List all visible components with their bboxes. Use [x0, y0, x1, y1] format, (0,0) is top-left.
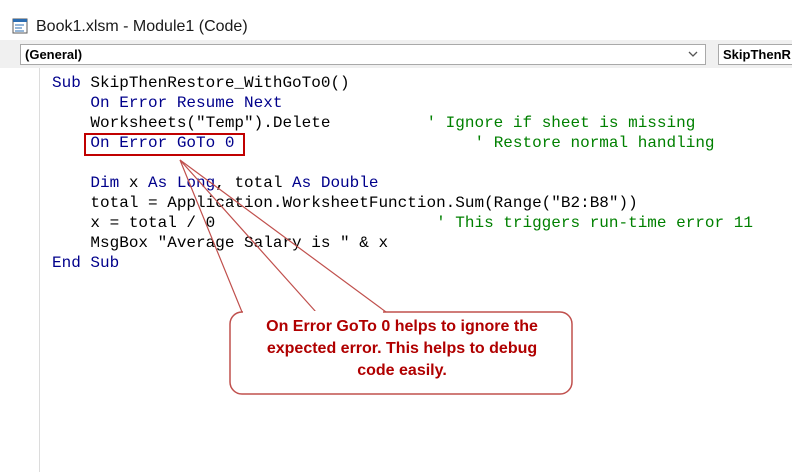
- procedure-combobox-value: SkipThenR: [723, 47, 791, 62]
- window-title: Book1.xlsm - Module1 (Code): [36, 18, 248, 36]
- comment-token: ' This triggers run-time error 11: [436, 214, 753, 232]
- procedure-combobox[interactable]: SkipThenR: [718, 44, 792, 65]
- callout-line: expected error. This helps to debug: [232, 338, 572, 360]
- code-line[interactable]: Sub SkipThenRestore_WithGoTo0(): [52, 73, 350, 93]
- object-combobox[interactable]: (General): [20, 44, 706, 65]
- code-line[interactable]: MsgBox "Average Salary is " & x: [52, 233, 388, 253]
- keyword-token: End Sub: [52, 254, 119, 272]
- code-token: x = total / 0: [52, 214, 436, 232]
- code-token: Worksheets("Temp").Delete: [52, 114, 426, 132]
- keyword-token: On Error Resume Next: [52, 94, 282, 112]
- object-combobox-value: (General): [25, 47, 82, 62]
- highlight-box: [84, 133, 245, 156]
- code-token: x: [129, 174, 148, 192]
- code-token: [234, 134, 474, 152]
- title-bar: Book1.xlsm - Module1 (Code): [0, 0, 792, 40]
- code-line[interactable]: End Sub: [52, 253, 119, 273]
- callout-text: On Error GoTo 0 helps to ignore the expe…: [232, 316, 572, 382]
- code-line[interactable]: x = total / 0 ' This triggers run-time e…: [52, 213, 753, 233]
- comment-token: ' Restore normal handling: [474, 134, 714, 152]
- code-token: MsgBox "Average Salary is " & x: [52, 234, 388, 252]
- margin-indicator-bar[interactable]: [0, 68, 40, 472]
- code-line[interactable]: total = Application.WorksheetFunction.Su…: [52, 193, 638, 213]
- vba-module-icon: [12, 18, 28, 34]
- keyword-token: Sub: [52, 74, 90, 92]
- code-token: total = Application.WorksheetFunction.Su…: [52, 194, 638, 212]
- keyword-token: As Long: [148, 174, 215, 192]
- chevron-down-icon[interactable]: [687, 48, 699, 60]
- comment-token: ' Ignore if sheet is missing: [426, 114, 695, 132]
- code-line[interactable]: Worksheets("Temp").Delete ' Ignore if sh…: [52, 113, 695, 133]
- callout-line: On Error GoTo 0 helps to ignore the: [232, 316, 572, 338]
- keyword-token: As Double: [292, 174, 378, 192]
- code-line[interactable]: On Error Resume Next: [52, 93, 282, 113]
- callout-line: code easily.: [232, 360, 572, 382]
- code-token: SkipThenRestore_WithGoTo0(): [90, 74, 349, 92]
- keyword-token: Dim: [52, 174, 129, 192]
- code-line[interactable]: Dim x As Long, total As Double: [52, 173, 378, 193]
- code-token: , total: [215, 174, 292, 192]
